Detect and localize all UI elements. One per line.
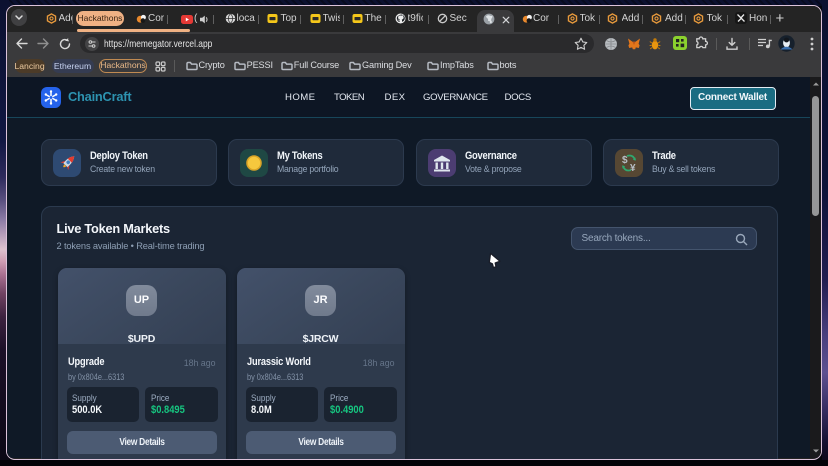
svg-text:$: $ [622,155,628,166]
svg-text:¥: ¥ [630,163,636,174]
